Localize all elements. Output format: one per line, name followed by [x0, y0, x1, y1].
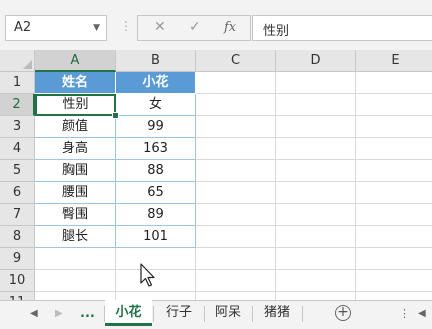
- grid-cell[interactable]: [276, 72, 356, 94]
- row-header[interactable]: 7: [0, 204, 35, 226]
- row-header[interactable]: 11: [0, 292, 35, 300]
- scroll-left-icon[interactable]: ◀: [30, 308, 38, 319]
- insert-function-icon[interactable]: fx: [224, 20, 236, 35]
- table-header-cell[interactable]: 小花: [116, 72, 196, 94]
- grid-cell[interactable]: [196, 94, 276, 116]
- table-cell[interactable]: 65: [116, 182, 196, 204]
- row-header[interactable]: 10: [0, 270, 35, 292]
- table-cell[interactable]: 163: [116, 138, 196, 160]
- grid-cell[interactable]: [356, 138, 432, 160]
- select-all-button[interactable]: [0, 50, 35, 72]
- sheet-tab-active[interactable]: 小花: [105, 300, 152, 326]
- grid-cell[interactable]: [356, 116, 432, 138]
- drag-handle-icon[interactable]: ⋮: [120, 19, 132, 33]
- tab-divider: [302, 306, 303, 322]
- grid-cell[interactable]: [276, 248, 356, 270]
- grid-cell[interactable]: [196, 248, 276, 270]
- grid-cell[interactable]: [196, 116, 276, 138]
- grid-cell[interactable]: [356, 94, 432, 116]
- cancel-icon[interactable]: ✕: [154, 19, 166, 35]
- table-cell[interactable]: 颜值: [35, 116, 116, 138]
- chevron-down-icon[interactable]: ▼: [93, 23, 100, 33]
- table-cell[interactable]: 女: [116, 94, 196, 116]
- grid-cell[interactable]: [276, 226, 356, 248]
- mouse-pointer-icon: [140, 263, 155, 287]
- row-header[interactable]: 4: [0, 138, 35, 160]
- column-header-b[interactable]: B: [116, 50, 196, 72]
- grid-cell[interactable]: [196, 270, 276, 292]
- grid-cell[interactable]: [196, 226, 276, 248]
- table-cell[interactable]: 臀围: [35, 204, 116, 226]
- name-box-value: A2: [14, 20, 32, 35]
- more-options-icon[interactable]: ⋮: [399, 307, 410, 320]
- grid-cell[interactable]: [356, 204, 432, 226]
- row-header[interactable]: 6: [0, 182, 35, 204]
- grid-cell[interactable]: [35, 292, 116, 300]
- grid-cell[interactable]: [356, 270, 432, 292]
- column-header-c[interactable]: C: [196, 50, 276, 72]
- grid-cell[interactable]: [35, 248, 116, 270]
- formula-bar: A2 ▼ ⋮ ✕ ✓ fx 性别: [0, 0, 432, 47]
- table-cell[interactable]: 88: [116, 160, 196, 182]
- grid-cell[interactable]: [356, 72, 432, 94]
- grid-cell[interactable]: [276, 138, 356, 160]
- fill-handle[interactable]: [112, 112, 119, 119]
- scroll-left-icon[interactable]: ◀: [418, 308, 426, 319]
- grid-cell[interactable]: [116, 270, 196, 292]
- grid-cell[interactable]: [196, 204, 276, 226]
- more-sheets-button[interactable]: ...: [80, 306, 95, 321]
- sheet-tab[interactable]: 猪猪: [253, 300, 301, 326]
- column-header-a[interactable]: A: [35, 50, 116, 72]
- add-sheet-icon[interactable]: +: [335, 305, 351, 321]
- grid-cell[interactable]: [276, 292, 356, 300]
- grid-cell[interactable]: [276, 160, 356, 182]
- sheet-tab[interactable]: 行子: [154, 300, 204, 326]
- grid-cell[interactable]: [116, 248, 196, 270]
- row-header[interactable]: 2: [0, 94, 35, 116]
- table-cell[interactable]: 89: [116, 204, 196, 226]
- grid-cell[interactable]: [196, 72, 276, 94]
- sheet-tab[interactable]: 阿呆: [205, 300, 251, 326]
- formula-value: 性别: [263, 24, 290, 39]
- row-header[interactable]: 1: [0, 72, 35, 94]
- name-box[interactable]: A2 ▼: [5, 15, 107, 41]
- formula-buttons: ✕ ✓ fx: [137, 15, 251, 41]
- row-header[interactable]: 3: [0, 116, 35, 138]
- formula-input[interactable]: 性别: [252, 15, 432, 41]
- table-cell[interactable]: 身高: [35, 138, 116, 160]
- grid-cell[interactable]: [356, 226, 432, 248]
- table-header-cell[interactable]: 姓名: [35, 72, 116, 94]
- column-header-d[interactable]: D: [276, 50, 356, 72]
- grid-cell[interactable]: [356, 182, 432, 204]
- active-cell[interactable]: 性别: [35, 94, 116, 116]
- table-cell[interactable]: 腰围: [35, 182, 116, 204]
- grid-cell[interactable]: [356, 292, 432, 300]
- grid-cell[interactable]: [196, 160, 276, 182]
- grid-cell[interactable]: [276, 94, 356, 116]
- grid-cell[interactable]: [276, 270, 356, 292]
- row-header[interactable]: 5: [0, 160, 35, 182]
- grid-cell[interactable]: [196, 138, 276, 160]
- row-header[interactable]: 9: [0, 248, 35, 270]
- grid-cell[interactable]: [35, 270, 116, 292]
- grid-cell[interactable]: [276, 182, 356, 204]
- enter-icon[interactable]: ✓: [189, 19, 201, 35]
- table-cell[interactable]: 腿长: [35, 226, 116, 248]
- grid-cell[interactable]: [196, 292, 276, 300]
- column-header-e[interactable]: E: [356, 50, 432, 72]
- grid-cell[interactable]: [276, 204, 356, 226]
- row-header[interactable]: 8: [0, 226, 35, 248]
- worksheet-grid[interactable]: A B C D E 1 2 3 4 5 6 7 8 9 10 11 姓名 小花 …: [0, 50, 432, 300]
- table-cell[interactable]: 胸围: [35, 160, 116, 182]
- table-cell[interactable]: 101: [116, 226, 196, 248]
- grid-cell[interactable]: [116, 292, 196, 300]
- table-cell[interactable]: 99: [116, 116, 196, 138]
- sheet-tab-bar: ◀ ▶ ... 小花 行子 阿呆 猪猪 + ⋮ ◀: [0, 300, 432, 329]
- grid-cell[interactable]: [356, 160, 432, 182]
- grid-cell[interactable]: [276, 116, 356, 138]
- grid-cell[interactable]: [196, 182, 276, 204]
- scroll-right-icon[interactable]: ▶: [55, 308, 63, 319]
- grid-cell[interactable]: [356, 248, 432, 270]
